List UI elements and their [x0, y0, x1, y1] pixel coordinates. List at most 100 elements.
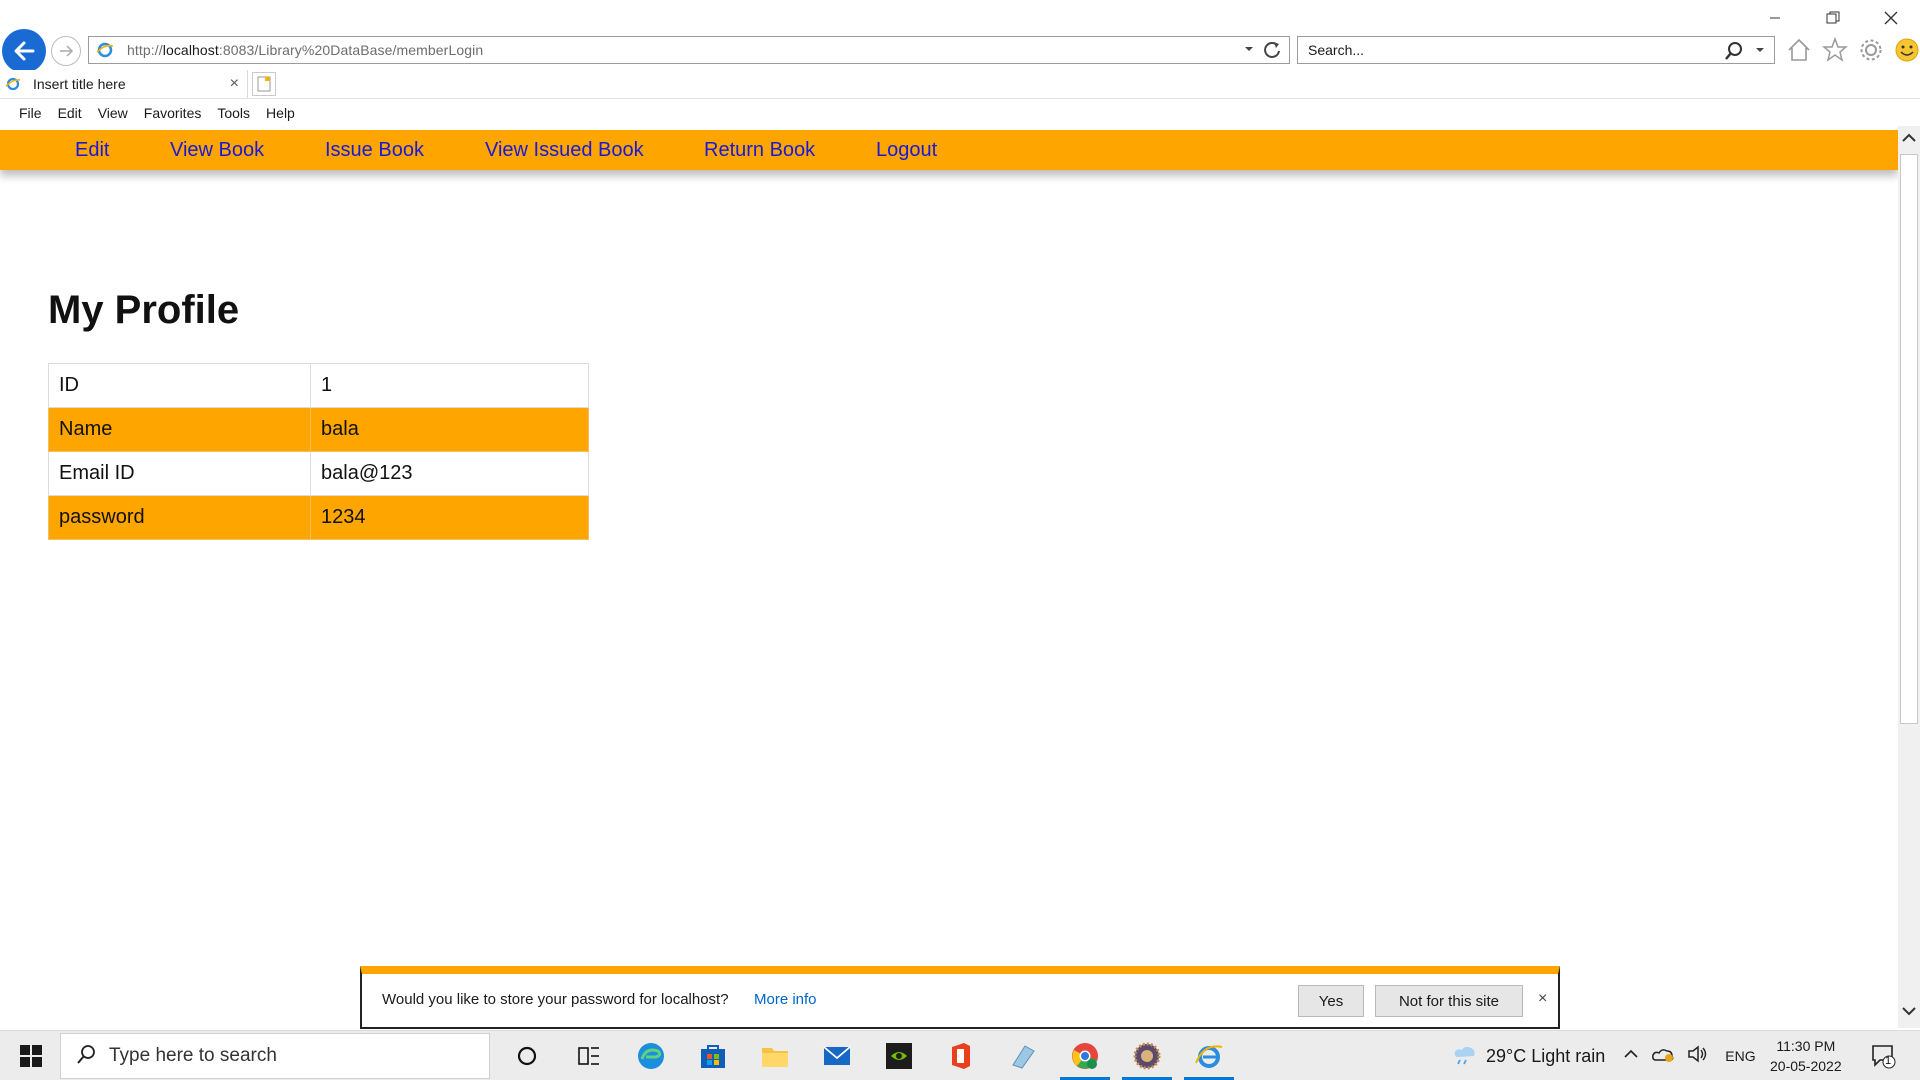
- action-center-icon[interactable]: 1: [1870, 1043, 1896, 1074]
- forward-button[interactable]: [51, 36, 81, 66]
- system-tray: 29°C Light rain ENG: [1452, 1031, 1756, 1080]
- favorites-star-icon[interactable]: [1821, 36, 1849, 64]
- nav-link-view-issued-book[interactable]: View Issued Book: [485, 139, 644, 162]
- back-arrow-icon: [14, 41, 35, 61]
- weather-rain-icon[interactable]: [1452, 1043, 1478, 1070]
- yes-button[interactable]: Yes: [1298, 985, 1364, 1017]
- nav-link-return-book[interactable]: Return Book: [704, 139, 815, 162]
- scrollbar-thumb[interactable]: [1900, 154, 1918, 724]
- ie-tab-icon: [5, 76, 27, 92]
- notes-app-icon[interactable]: [992, 1031, 1054, 1080]
- menu-file[interactable]: File: [19, 105, 42, 121]
- forward-arrow-icon: [60, 45, 74, 57]
- save-password-notification: Would you like to store your password fo…: [360, 966, 1560, 1029]
- browser-toolbar-icons: [1785, 36, 1920, 64]
- url-text[interactable]: http://localhost:8083/Library%20DataBase…: [127, 42, 483, 58]
- menu-tools[interactable]: Tools: [217, 105, 250, 121]
- tab-active[interactable]: Insert title here ×: [0, 70, 248, 98]
- notification-message: Would you like to store your password fo…: [382, 991, 729, 1008]
- language-indicator[interactable]: ENG: [1725, 1048, 1755, 1064]
- minimize-icon[interactable]: [1746, 0, 1804, 36]
- row-label: Name: [48, 407, 311, 452]
- file-explorer-icon[interactable]: [744, 1031, 806, 1080]
- close-window-icon[interactable]: [1862, 0, 1920, 36]
- nav-link-logout[interactable]: Logout: [876, 139, 937, 162]
- menu-favorites[interactable]: Favorites: [144, 105, 202, 121]
- onedrive-cloud-icon[interactable]: [1651, 1045, 1675, 1068]
- row-value: 1234: [310, 495, 589, 540]
- address-bar[interactable]: http://localhost:8083/Library%20DataBase…: [88, 36, 1290, 64]
- tab-title: Insert title here: [33, 76, 126, 92]
- notification-count-badge: 1: [1885, 1055, 1892, 1067]
- chrome-icon[interactable]: [1054, 1031, 1116, 1080]
- table-row-id: ID 1: [48, 363, 589, 408]
- more-info-link[interactable]: More info: [754, 991, 817, 1008]
- edge-browser-icon[interactable]: [620, 1031, 682, 1080]
- taskbar-search-input[interactable]: [107, 1044, 477, 1068]
- not-for-this-site-button[interactable]: Not for this site: [1375, 985, 1523, 1017]
- mail-icon[interactable]: [806, 1031, 868, 1080]
- windows-logo-icon: [20, 1045, 42, 1067]
- restore-icon[interactable]: [1804, 0, 1862, 36]
- table-row-email: Email ID bala@123: [48, 451, 589, 496]
- search-icon[interactable]: [1724, 41, 1744, 66]
- url-path: :8083/Library%20DataBase/memberLogin: [218, 42, 484, 58]
- task-view-icon[interactable]: [558, 1031, 620, 1080]
- search-dropdown-icon[interactable]: [1754, 43, 1766, 61]
- row-label: password: [48, 495, 311, 540]
- clock-time: 11:30 PM: [1776, 1038, 1836, 1054]
- scroll-down-icon[interactable]: [1901, 1003, 1917, 1024]
- windows-taskbar: 29°C Light rain ENG 11:30 PM 20-05-2022 …: [0, 1030, 1920, 1080]
- row-label: Email ID: [48, 451, 311, 496]
- table-row-name: Name bala: [48, 407, 589, 452]
- feedback-smiley-icon[interactable]: [1893, 36, 1920, 64]
- address-dropdown-icon[interactable]: [1243, 42, 1255, 60]
- url-prefix: http://: [127, 42, 163, 58]
- browser-search-box[interactable]: [1297, 36, 1775, 64]
- menu-help[interactable]: Help: [266, 105, 295, 121]
- nav-link-edit[interactable]: Edit: [75, 139, 109, 162]
- scroll-up-icon[interactable]: [1901, 130, 1917, 151]
- menu-view[interactable]: View: [98, 105, 128, 121]
- new-tab-icon: [257, 76, 271, 92]
- taskbar-apps: [496, 1031, 1240, 1080]
- tab-strip: Insert title here ×: [0, 70, 1920, 98]
- home-icon[interactable]: [1785, 36, 1813, 64]
- office-icon[interactable]: [930, 1031, 992, 1080]
- eclipse-icon[interactable]: [1116, 1031, 1178, 1080]
- nav-link-view-book[interactable]: View Book: [170, 139, 264, 162]
- row-value: 1: [310, 363, 589, 408]
- ie-page-icon: [93, 38, 117, 62]
- browser-chrome: http://localhost:8083/Library%20DataBase…: [0, 0, 1920, 73]
- clock-date: 20-05-2022: [1770, 1058, 1842, 1074]
- profile-table: ID 1 Name bala Email ID bala@123 passwor…: [48, 363, 589, 540]
- chevron-up-icon[interactable]: [1623, 1046, 1639, 1067]
- start-button[interactable]: [8, 1039, 54, 1073]
- taskbar-search-box[interactable]: [60, 1033, 490, 1079]
- row-value: bala@123: [310, 451, 589, 496]
- taskbar-search-icon: [75, 1043, 97, 1070]
- microsoft-store-icon[interactable]: [682, 1031, 744, 1080]
- taskbar-clock[interactable]: 11:30 PM 20-05-2022: [1770, 1036, 1842, 1076]
- nvidia-icon[interactable]: [868, 1031, 930, 1080]
- cortana-icon[interactable]: [496, 1031, 558, 1080]
- table-row-password: password 1234: [48, 495, 589, 540]
- nav-link-issue-book[interactable]: Issue Book: [325, 139, 424, 162]
- volume-icon[interactable]: [1687, 1044, 1709, 1068]
- refresh-icon[interactable]: [1261, 39, 1283, 66]
- page-title: My Profile: [48, 288, 240, 332]
- window-controls: [1746, 0, 1920, 36]
- tab-close-icon[interactable]: ×: [230, 75, 239, 93]
- row-value: bala: [310, 407, 589, 452]
- browser-search-input[interactable]: [1306, 41, 1696, 59]
- new-tab-button[interactable]: [252, 72, 276, 96]
- menu-edit[interactable]: Edit: [58, 105, 82, 121]
- vertical-scrollbar[interactable]: [1898, 126, 1920, 1028]
- row-label: ID: [48, 363, 311, 408]
- notification-close-icon[interactable]: ×: [1538, 990, 1547, 1008]
- settings-gear-icon[interactable]: [1857, 36, 1885, 64]
- site-nav-bar: Edit View Book Issue Book View Issued Bo…: [0, 130, 1898, 170]
- back-button[interactable]: [2, 29, 46, 73]
- internet-explorer-icon[interactable]: [1178, 1031, 1240, 1080]
- weather-text[interactable]: 29°C Light rain: [1486, 1046, 1605, 1067]
